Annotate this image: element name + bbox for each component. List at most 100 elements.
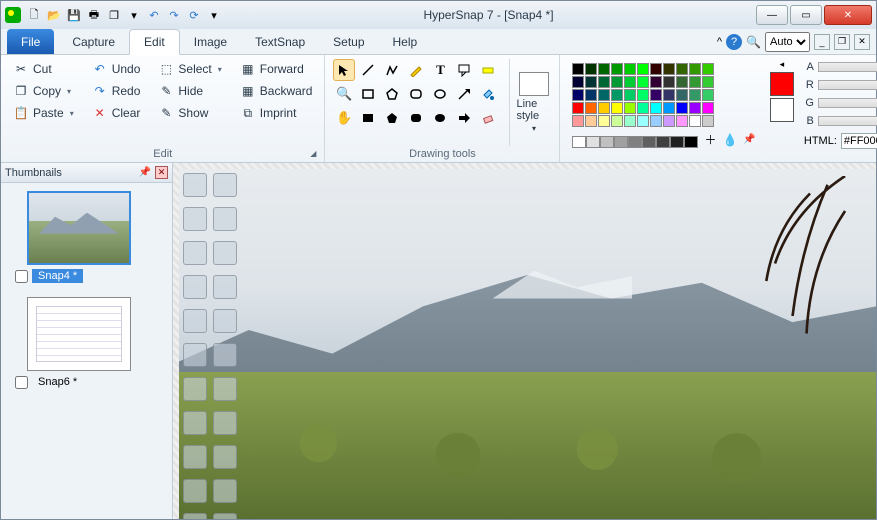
color-swatch[interactable] — [637, 102, 649, 114]
tool-rect[interactable] — [357, 83, 379, 105]
html-color-input[interactable] — [841, 133, 877, 149]
zoom-select[interactable]: Auto — [765, 32, 810, 52]
clear-button[interactable]: ✕Clear — [88, 103, 145, 123]
color-swatch[interactable] — [598, 102, 610, 114]
chevron-down-icon[interactable]: ▾ — [70, 109, 74, 118]
color-swatch[interactable] — [676, 89, 688, 101]
gray-swatch[interactable] — [586, 136, 600, 148]
color-swatch[interactable] — [585, 115, 597, 127]
color-swatch[interactable] — [676, 102, 688, 114]
pin-icon[interactable]: 📌 — [743, 134, 755, 145]
color-swatch[interactable] — [611, 115, 623, 127]
qat-repeat-icon[interactable]: ⟳ — [185, 6, 203, 24]
gray-swatch[interactable] — [656, 136, 670, 148]
tool-rect-filled[interactable] — [357, 107, 379, 129]
thumbnail-checkbox[interactable] — [15, 270, 28, 283]
color-swatch[interactable] — [585, 76, 597, 88]
color-swatch[interactable] — [637, 63, 649, 75]
color-swatch[interactable] — [702, 76, 714, 88]
cut-button[interactable]: ✂Cut — [9, 59, 78, 79]
qat-save-icon[interactable]: 💾 — [65, 6, 83, 24]
color-swatch[interactable] — [637, 89, 649, 101]
color-swatch[interactable] — [572, 115, 584, 127]
color-swatch[interactable] — [598, 115, 610, 127]
color-swatch[interactable] — [663, 102, 675, 114]
tool-eraser[interactable] — [477, 107, 499, 129]
color-swatch[interactable] — [598, 63, 610, 75]
copy-button[interactable]: ❐Copy▾ — [9, 81, 78, 101]
thumbnail-image[interactable] — [27, 297, 131, 371]
qat-open-icon[interactable]: 📂 — [45, 6, 63, 24]
qat-copy-icon[interactable]: ❐ — [105, 6, 123, 24]
color-swatch[interactable] — [702, 63, 714, 75]
foreground-color[interactable] — [770, 72, 794, 96]
tool-rounded-filled[interactable] — [405, 107, 427, 129]
imprint-button[interactable]: ⧉Imprint — [236, 103, 317, 123]
tool-ellipse-filled[interactable] — [429, 107, 451, 129]
panel-close-icon[interactable]: ✕ — [155, 166, 168, 179]
thumbnail-image[interactable] — [27, 191, 131, 265]
chevron-down-icon[interactable]: ▾ — [218, 65, 222, 74]
color-swatch[interactable] — [611, 102, 623, 114]
color-swatch[interactable] — [598, 89, 610, 101]
chevron-down-icon[interactable]: ▾ — [67, 87, 71, 96]
blue-slider[interactable] — [818, 116, 877, 126]
gray-swatch[interactable] — [628, 136, 642, 148]
color-swatch[interactable] — [650, 76, 662, 88]
color-swatch[interactable] — [676, 63, 688, 75]
select-button[interactable]: ⬚Select▾ — [154, 59, 225, 79]
tool-callout[interactable] — [453, 59, 475, 81]
color-swatch[interactable] — [689, 76, 701, 88]
swap-colors-icon[interactable]: ◂ — [780, 59, 785, 70]
color-swatch[interactable] — [650, 89, 662, 101]
gray-swatch[interactable] — [642, 136, 656, 148]
undo-button[interactable]: ↶Undo — [88, 59, 145, 79]
tool-rounded-rect[interactable] — [405, 83, 427, 105]
tool-pan[interactable]: ✋ — [333, 107, 355, 129]
color-swatch[interactable] — [689, 102, 701, 114]
menu-edit[interactable]: Edit — [129, 29, 180, 55]
color-swatch[interactable] — [624, 76, 636, 88]
tool-ellipse[interactable] — [429, 83, 451, 105]
line-style-button[interactable]: Line style▾ — [509, 59, 551, 146]
color-swatch[interactable] — [585, 89, 597, 101]
qat-undo-icon[interactable]: ↶ — [145, 6, 163, 24]
color-swatch[interactable] — [572, 89, 584, 101]
show-button[interactable]: ✎Show — [154, 103, 225, 123]
color-swatch[interactable] — [650, 63, 662, 75]
tool-pointer[interactable] — [333, 59, 355, 81]
color-swatch[interactable] — [637, 76, 649, 88]
qat-redo-icon[interactable]: ↷ — [165, 6, 183, 24]
color-swatch[interactable] — [702, 89, 714, 101]
add-color-icon[interactable]: ＋ — [704, 131, 716, 148]
hide-button[interactable]: ✎Hide — [154, 81, 225, 101]
gray-swatch[interactable] — [670, 136, 684, 148]
panel-pin-icon[interactable]: 📌 — [139, 167, 151, 178]
color-swatch[interactable] — [598, 76, 610, 88]
color-swatch[interactable] — [572, 76, 584, 88]
mdi-minimize-button[interactable]: _ — [814, 34, 830, 50]
color-swatch[interactable] — [689, 63, 701, 75]
background-color[interactable] — [770, 98, 794, 122]
qat-new-icon[interactable]: 🗋 — [25, 6, 43, 24]
mdi-restore-button[interactable]: ❐ — [834, 34, 850, 50]
ribbon-min-icon[interactable]: ^ — [717, 36, 722, 48]
menu-textsnap[interactable]: TextSnap — [241, 29, 319, 54]
tool-polygon[interactable] — [381, 83, 403, 105]
tool-arrow-filled[interactable] — [453, 107, 475, 129]
color-swatch[interactable] — [689, 89, 701, 101]
tool-arrow[interactable] — [453, 83, 475, 105]
forward-button[interactable]: ▦Forward — [236, 59, 317, 79]
color-swatch[interactable] — [702, 102, 714, 114]
color-swatch[interactable] — [663, 115, 675, 127]
color-swatch[interactable] — [676, 115, 688, 127]
thumbnail-label[interactable]: Snap4 * — [32, 269, 83, 283]
minimize-button[interactable]: — — [756, 5, 788, 25]
color-swatch[interactable] — [650, 102, 662, 114]
color-swatch[interactable] — [676, 76, 688, 88]
color-swatch[interactable] — [572, 102, 584, 114]
color-swatch[interactable] — [624, 89, 636, 101]
qat-more-icon[interactable]: ▾ — [205, 6, 223, 24]
mdi-close-button[interactable]: ✕ — [854, 34, 870, 50]
color-swatch[interactable] — [650, 115, 662, 127]
